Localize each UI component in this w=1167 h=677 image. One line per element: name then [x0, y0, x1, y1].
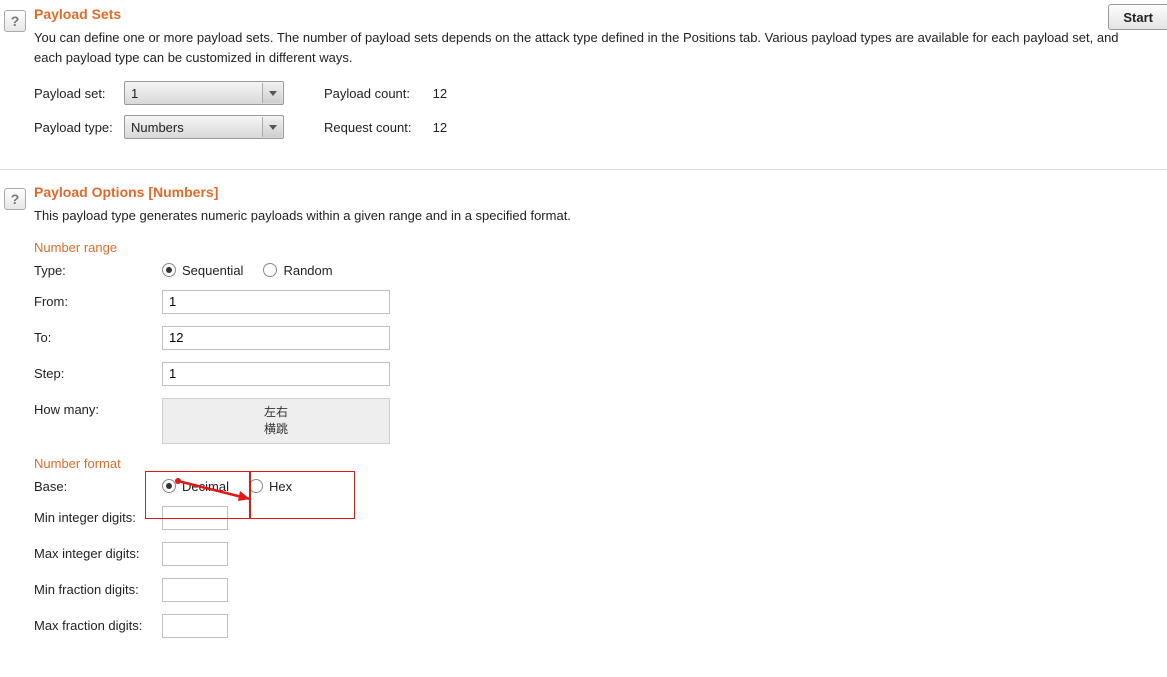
request-count: Request count: 12 [324, 120, 447, 135]
payload-type-label: Payload type: [34, 120, 124, 135]
base-label: Base: [34, 479, 162, 494]
payload-set-value: 1 [131, 86, 138, 101]
type-sequential-radio[interactable]: Sequential [162, 263, 243, 278]
request-count-label: Request count: [324, 120, 429, 135]
radio-icon [162, 263, 176, 277]
to-label: To: [34, 330, 162, 345]
number-range-heading: Number range [34, 240, 1167, 255]
base-decimal-label: Decimal [182, 479, 229, 494]
payload-options-desc: This payload type generates numeric payl… [34, 206, 1134, 226]
min-frac-input[interactable] [162, 578, 228, 602]
step-input[interactable] [162, 362, 390, 386]
payload-type-select[interactable]: Numbers [124, 115, 284, 139]
min-int-row: Min integer digits: [34, 506, 1167, 530]
type-label: Type: [34, 263, 162, 278]
step-row: Step: [34, 362, 1167, 386]
base-hex-label: Hex [269, 479, 292, 494]
help-icon[interactable]: ? [4, 10, 26, 32]
howmany-input-disabled: 左右 横跳 [162, 398, 390, 444]
min-int-input[interactable] [162, 506, 228, 530]
payload-set-select[interactable]: 1 [124, 81, 284, 105]
payload-sets-desc: You can define one or more payload sets.… [34, 28, 1134, 67]
request-count-value: 12 [433, 120, 447, 135]
payload-count: Payload count: 12 [324, 86, 447, 101]
page-root: Start ? Payload Sets You can define one … [0, 0, 1167, 662]
min-frac-label: Min fraction digits: [34, 582, 162, 597]
payload-sets-section: ? Payload Sets You can define one or mor… [0, 0, 1167, 161]
to-input[interactable] [162, 326, 390, 350]
radio-icon [249, 479, 263, 493]
payload-type-row: Payload type: Numbers Request count: 12 [34, 115, 1167, 139]
from-input[interactable] [162, 290, 390, 314]
help-icon[interactable]: ? [4, 188, 26, 210]
max-int-row: Max integer digits: [34, 542, 1167, 566]
to-row: To: [34, 326, 1167, 350]
payload-count-label: Payload count: [324, 86, 429, 101]
number-format-heading: Number format [34, 456, 1167, 471]
base-row: Base: Decimal Hex [34, 479, 1167, 494]
section-divider [0, 169, 1167, 170]
max-int-input[interactable] [162, 542, 228, 566]
payload-set-row: Payload set: 1 Payload count: 12 [34, 81, 1167, 105]
min-int-label: Min integer digits: [34, 510, 162, 525]
min-frac-row: Min fraction digits: [34, 578, 1167, 602]
type-sequential-label: Sequential [182, 263, 243, 278]
payload-count-value: 12 [433, 86, 447, 101]
from-label: From: [34, 294, 162, 309]
max-frac-input[interactable] [162, 614, 228, 638]
base-hex-radio[interactable]: Hex [249, 479, 292, 494]
base-decimal-radio[interactable]: Decimal [162, 479, 229, 494]
radio-icon [162, 479, 176, 493]
max-frac-row: Max fraction digits: [34, 614, 1167, 638]
howmany-row: How many: 左右 横跳 [34, 398, 1167, 444]
start-attack-button[interactable]: Start [1108, 4, 1167, 30]
max-int-label: Max integer digits: [34, 546, 162, 561]
type-random-radio[interactable]: Random [263, 263, 332, 278]
chevron-down-icon [262, 83, 282, 103]
max-frac-label: Max fraction digits: [34, 618, 162, 633]
type-row: Type: Sequential Random [34, 263, 1167, 278]
payload-sets-title: Payload Sets [34, 6, 1167, 22]
radio-icon [263, 263, 277, 277]
payload-set-label: Payload set: [34, 86, 124, 101]
payload-options-section: ? Payload Options [Numbers] This payload… [0, 178, 1167, 662]
from-row: From: [34, 290, 1167, 314]
howmany-label: How many: [34, 398, 162, 417]
type-random-label: Random [283, 263, 332, 278]
payload-options-title: Payload Options [Numbers] [34, 184, 1167, 200]
payload-type-value: Numbers [131, 120, 184, 135]
step-label: Step: [34, 366, 162, 381]
chevron-down-icon [262, 117, 282, 137]
